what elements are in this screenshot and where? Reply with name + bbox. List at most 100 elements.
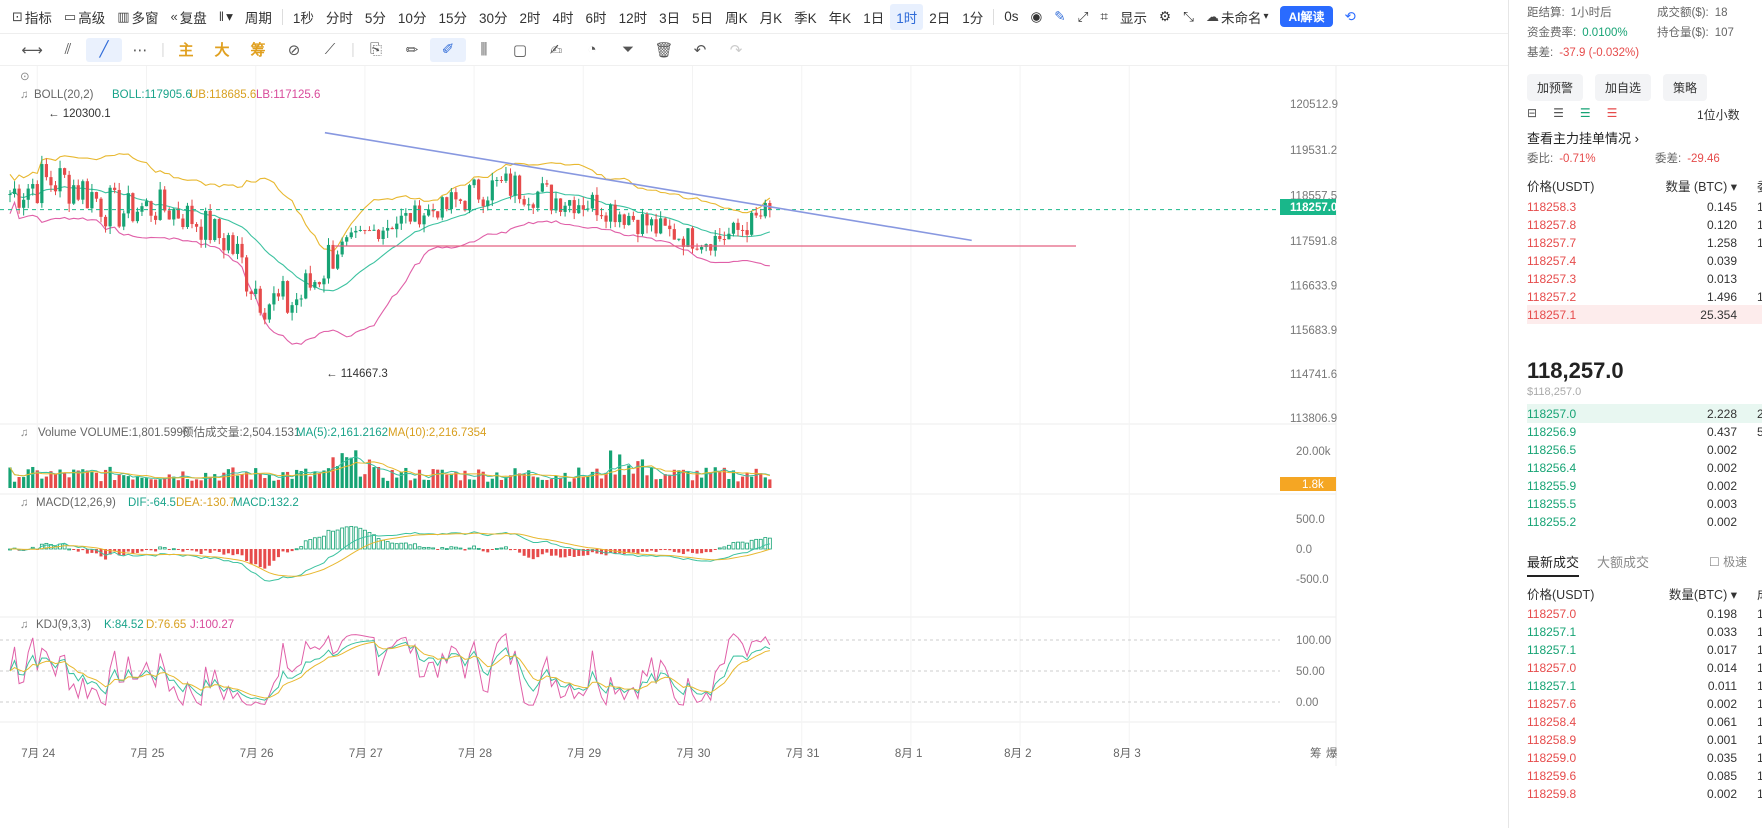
trend-line-icon[interactable]: ╱ [86, 37, 122, 62]
filter-icon[interactable]: ⏷ [610, 41, 646, 58]
edit-icon[interactable]: ✎ [1048, 4, 1071, 30]
bids-row[interactable]: 118256.4 0.002 [1527, 458, 1762, 477]
brush-icon[interactable]: ✐ [430, 37, 466, 62]
interval-5[interactable]: 30分 [473, 4, 514, 30]
bids-row[interactable]: 118257.0 2.22826 [1527, 404, 1762, 423]
interval-16[interactable]: 1日 [857, 4, 890, 30]
asks-row[interactable]: 118257.4 0.039 [1527, 251, 1762, 270]
crop-icon[interactable]: ⌗ [1094, 4, 1114, 30]
asks-row[interactable]: 118257.3 0.013 [1527, 269, 1762, 288]
redo-icon[interactable]: ↷ [718, 41, 754, 59]
bell-icon[interactable]: ♫ [20, 497, 29, 509]
tab-large-trades[interactable]: 大额成交 [1597, 552, 1649, 577]
replay-button[interactable]: «复盘 [165, 4, 213, 30]
advanced-button[interactable]: ▭ 高级 [58, 4, 111, 30]
bids-row[interactable]: 118256.5 0.002 [1527, 440, 1762, 459]
interval-11[interactable]: 5日 [686, 4, 719, 30]
fullscreen-icon[interactable]: ⤡ [1177, 4, 1200, 30]
trades-row[interactable]: 118259.0 0.0351 [1527, 748, 1762, 767]
chart-area[interactable]: 120512.9119531.2118557.5117591.8116633.9… [0, 66, 1508, 828]
pencil-icon[interactable]: ✏ [394, 41, 430, 59]
book-bids-icon[interactable]: ☰ [1553, 106, 1564, 120]
chip-corner-label[interactable]: 筹 [1310, 746, 1322, 760]
interval-19[interactable]: 1分 [956, 4, 989, 30]
trade-qty-sort-button[interactable]: 数量(BTC) ▾ [1637, 584, 1737, 603]
candle-icon[interactable]: ⫼ [466, 41, 502, 58]
asks-row[interactable]: 118257.7 1.25814 [1527, 233, 1762, 252]
indicator-button[interactable]: ⊡ 指标 [6, 4, 58, 30]
book-asks-icon[interactable]: ☰ [1580, 106, 1591, 120]
fast-mode-checkbox[interactable]: ☐ 极速 [1709, 553, 1747, 570]
parallel-line-icon[interactable]: ⫽ [50, 41, 86, 58]
book-compact-icon[interactable]: ☰ [1607, 106, 1618, 120]
interval-15[interactable]: 年K [823, 4, 858, 30]
more-icon[interactable]: ⋯ [122, 41, 158, 59]
multi-window-button[interactable]: ▥ 多窗 [111, 4, 164, 30]
interval-13[interactable]: 月K [754, 4, 789, 30]
bids-row[interactable]: 118255.9 0.002 [1527, 476, 1762, 495]
trades-row[interactable]: 118258.9 0.0011 [1527, 730, 1762, 749]
interval-10[interactable]: 3日 [653, 4, 686, 30]
bell-icon[interactable]: ♫ [20, 427, 29, 439]
trades-row[interactable]: 118257.6 0.0021 [1527, 694, 1762, 713]
horizontal-line-icon[interactable]: ⟷ [14, 41, 50, 59]
trades-row[interactable]: 118258.4 0.0611 [1527, 712, 1762, 731]
bookmark-icon[interactable]: ⎘ [358, 41, 394, 58]
asks-row[interactable]: 118257.8 0.1201 [1527, 215, 1762, 234]
trades-row[interactable]: 118257.0 0.0141 [1527, 658, 1762, 677]
ruler-icon[interactable]: ⟋ [312, 41, 348, 58]
chart-type-button[interactable]: ‖ ▾ [213, 4, 239, 30]
interval-6[interactable]: 2时 [514, 4, 547, 30]
tab-latest-trades[interactable]: 最新成交 [1527, 552, 1580, 577]
trades-row[interactable]: 118259.8 0.0021 [1527, 784, 1762, 803]
trades-row[interactable]: 118259.6 0.0851 [1527, 766, 1762, 785]
camera-icon[interactable]: ◉ [1025, 4, 1049, 30]
chip-icon[interactable]: 筹 [240, 39, 276, 60]
layout-cloud-button[interactable]: ☁ 未命名 ▾ [1200, 4, 1275, 30]
collapse-icon[interactable]: ⊙ [20, 71, 30, 83]
interval-12[interactable]: 周K [719, 4, 754, 30]
interval-7[interactable]: 4时 [547, 4, 580, 30]
book-both-icon[interactable]: ⊟ [1527, 106, 1537, 120]
gear-icon[interactable]: ⚙ [1153, 4, 1177, 30]
interval-1[interactable]: 分时 [320, 4, 359, 30]
note-icon[interactable]: ✍ [538, 41, 574, 59]
bell-icon[interactable]: ♫ [20, 619, 29, 631]
trades-row[interactable]: 118257.1 0.0331 [1527, 622, 1762, 641]
interval-2[interactable]: 5分 [359, 4, 392, 30]
view-major-orders-link[interactable]: 查看主力挂单情况 › [1527, 128, 1639, 147]
fib-icon[interactable]: ◔ [574, 41, 610, 58]
bids-row[interactable]: 118256.9 0.4375 [1527, 422, 1762, 441]
trades-row[interactable]: 118257.0 0.1981 [1527, 604, 1762, 623]
add-watchlist-button[interactable]: 加自选 [1595, 74, 1652, 101]
expand-icon[interactable]: ⤢ [1072, 4, 1095, 30]
interval-4[interactable]: 15分 [432, 4, 473, 30]
bell-icon[interactable]: ♫ [20, 89, 29, 101]
trades-row[interactable]: 118257.1 0.0111 [1527, 676, 1762, 695]
ai-interpret-button[interactable]: AI解读 [1280, 6, 1333, 27]
display-button[interactable]: 显示 [1114, 4, 1153, 30]
trades-row[interactable]: 118257.1 0.0171 [1527, 640, 1762, 659]
burst-corner-label[interactable]: 爆 [1326, 746, 1338, 760]
interval-18[interactable]: 2日 [923, 4, 956, 30]
interval-0[interactable]: 1秒 [287, 4, 320, 30]
strategy-button[interactable]: 策略 [1663, 74, 1708, 101]
depth-precision-select[interactable]: 1位小数 [1697, 106, 1740, 123]
share-icon[interactable]: ⟲ [1339, 4, 1362, 30]
asks-row[interactable]: 118257.2 1.49617 [1527, 287, 1762, 306]
asks-row[interactable]: 118257.1 25.354 [1527, 305, 1762, 324]
interval-17[interactable]: 1时 [890, 3, 924, 30]
interval-14[interactable]: 季K [788, 4, 823, 30]
shape-icon[interactable]: ▢ [502, 41, 538, 59]
period-button[interactable]: 周期 [239, 4, 278, 30]
bids-row[interactable]: 118255.5 0.003 [1527, 494, 1762, 513]
interval-8[interactable]: 6时 [580, 4, 613, 30]
interval-3[interactable]: 10分 [392, 4, 433, 30]
qty-sort-button[interactable]: 数量 (BTC) ▾ [1637, 176, 1737, 195]
undo-icon[interactable]: ↶ [682, 41, 718, 59]
add-alert-button[interactable]: 加预警 [1527, 74, 1584, 101]
large-order-icon[interactable]: 大 [204, 39, 240, 60]
main-force-icon[interactable]: 主 [168, 39, 204, 60]
bids-row[interactable]: 118255.2 0.002 [1527, 512, 1762, 531]
magnet-icon[interactable]: ⊘ [276, 41, 312, 59]
